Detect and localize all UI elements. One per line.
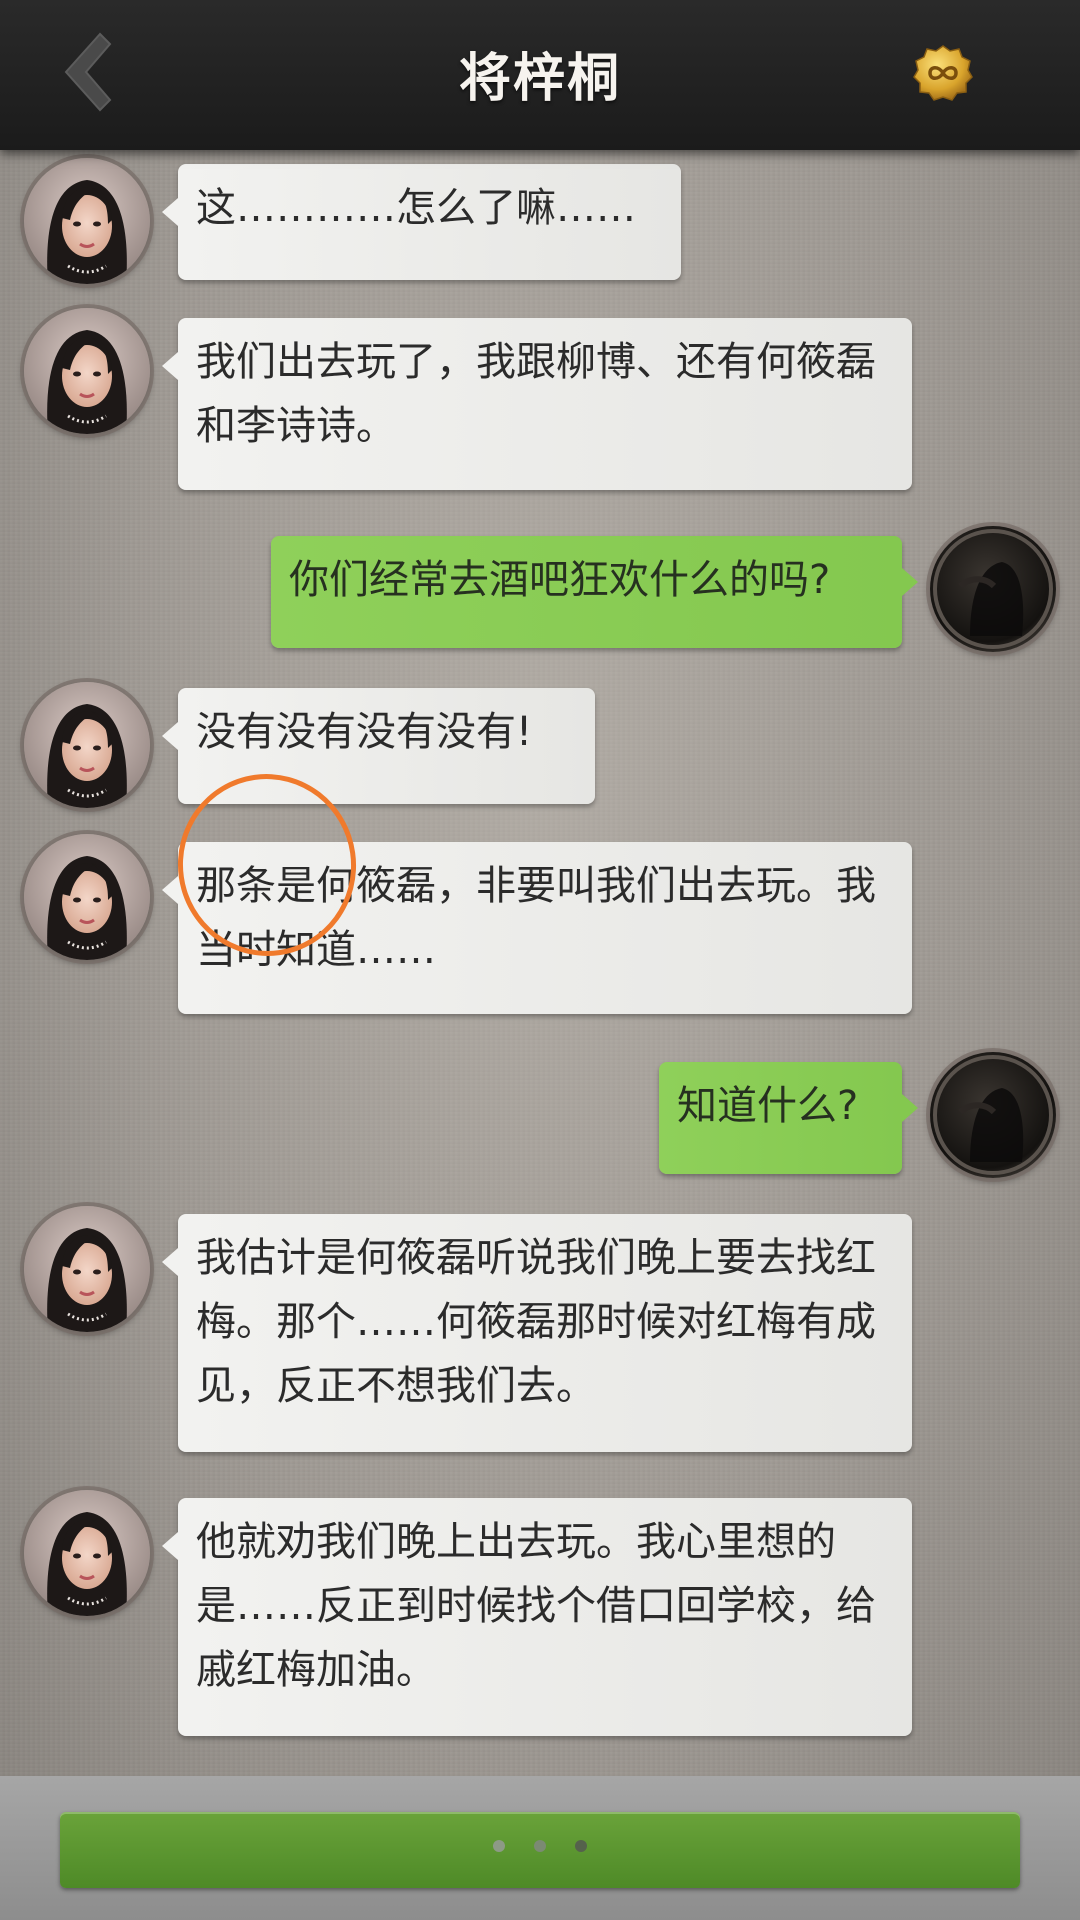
npc-message-bubble: 那条是何筱磊，非要叫我们出去玩。我当时知道…… bbox=[162, 842, 912, 1014]
typing-dot bbox=[492, 1840, 505, 1852]
npc-message-bubble: 他就劝我们晚上出去玩。我心里想的是……反正到时候找个借口回学校，给戚红梅加油。 bbox=[162, 1498, 912, 1736]
npc-message-bubble: 这…………怎么了嘛…… bbox=[162, 164, 681, 280]
player-message-bubble: 知道什么? bbox=[659, 1062, 918, 1174]
typing-dot bbox=[575, 1840, 588, 1852]
npc-avatar bbox=[24, 158, 150, 284]
chat-screen: 将梓桐 这…………怎么了嘛…… 我们出去玩了，我跟柳博、还有何筱磊和李诗诗。 你… bbox=[0, 0, 1080, 1920]
npc-message-bubble: 我们出去玩了，我跟柳博、还有何筱磊和李诗诗。 bbox=[162, 318, 912, 490]
npc-avatar bbox=[24, 682, 150, 808]
npc-avatar bbox=[24, 834, 150, 960]
typing-indicator bbox=[60, 1837, 1020, 1856]
continue-button[interactable] bbox=[60, 1812, 1020, 1888]
top-bar: 将梓桐 bbox=[0, 0, 1080, 150]
npc-message-bubble: 我估计是何筱磊听说我们晚上要去找红梅。那个……何筱磊那时候对红梅有成见，反正不想… bbox=[162, 1214, 912, 1452]
coin-button[interactable] bbox=[912, 44, 974, 102]
player-avatar bbox=[930, 526, 1056, 652]
infinity-coin-icon bbox=[913, 45, 973, 101]
typing-dot bbox=[534, 1840, 546, 1852]
player-message-bubble: 你们经常去酒吧狂欢什么的吗? bbox=[271, 536, 918, 648]
player-avatar bbox=[930, 1052, 1056, 1178]
npc-avatar bbox=[24, 308, 150, 434]
bottom-bar bbox=[0, 1776, 1080, 1920]
npc-message-bubble: 没有没有没有没有! bbox=[162, 688, 595, 804]
npc-avatar bbox=[24, 1490, 150, 1616]
npc-avatar bbox=[24, 1206, 150, 1332]
